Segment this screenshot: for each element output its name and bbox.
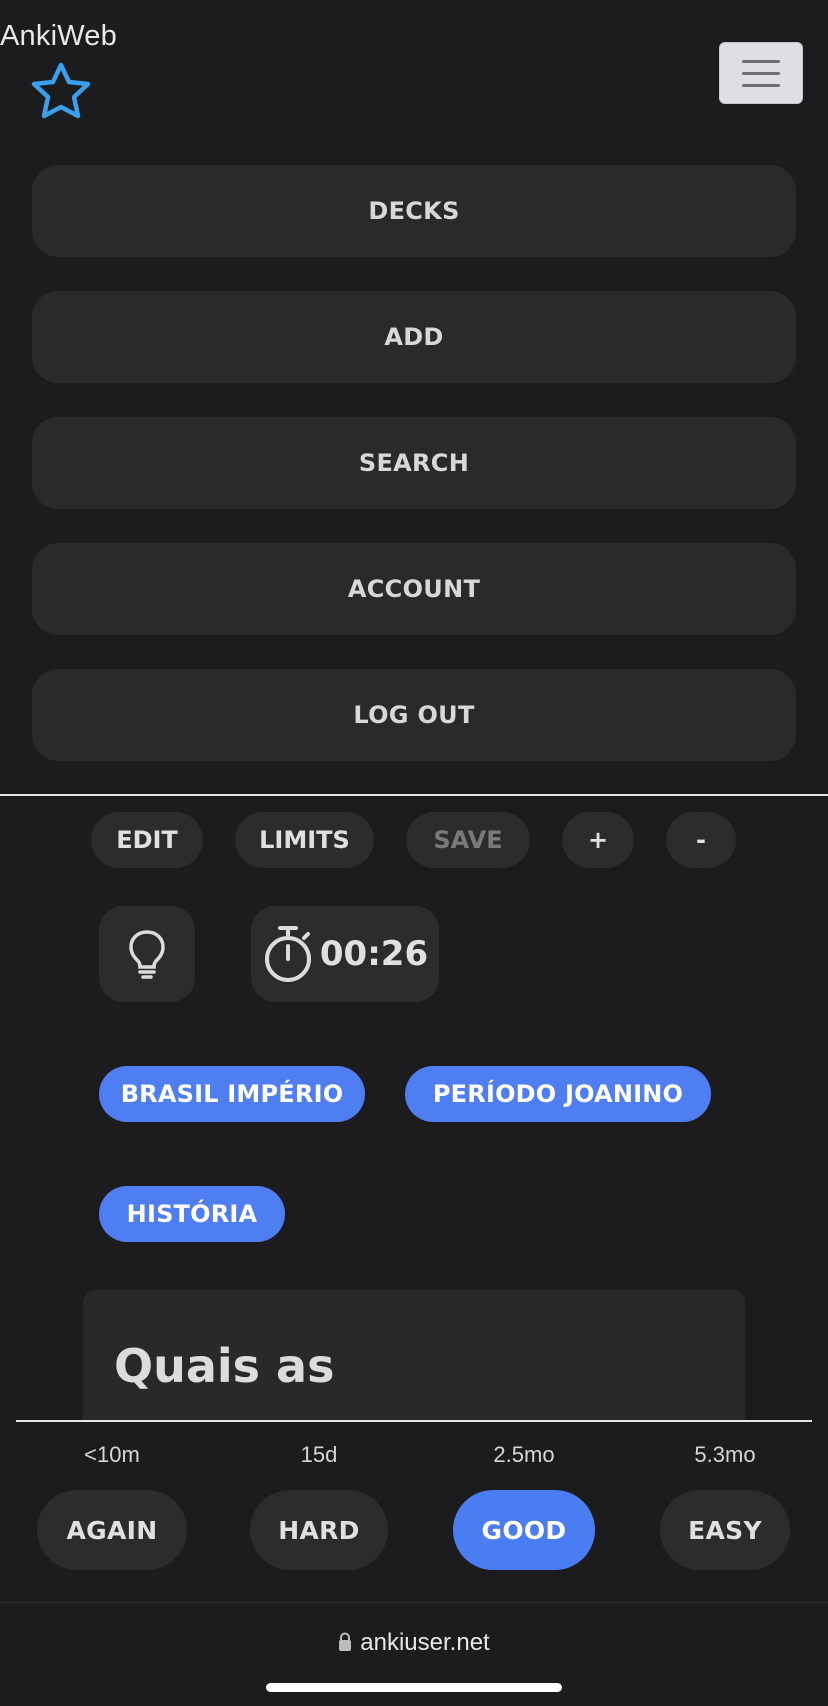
hamburger-line [742,71,780,75]
answer-bar-divider [16,1420,812,1422]
hard-button[interactable]: HARD [250,1490,388,1570]
interval-hard: 15d [300,1442,338,1467]
menu-toggle-button[interactable] [719,42,803,104]
tag-periodo-joanino[interactable]: PERÍODO JOANINO [405,1066,711,1122]
home-indicator [266,1683,562,1692]
tag-historia[interactable]: HISTÓRIA [99,1186,285,1242]
card-question: Quais as consequências da [83,1290,745,1420]
answer-bar: <10m 15d 2.5mo 5.3mo AGAIN HARD GOOD EAS… [0,1420,828,1602]
hamburger-line [742,83,780,87]
zoom-out-button[interactable]: - [666,812,736,868]
good-button[interactable]: GOOD [453,1490,595,1570]
nav-log-out[interactable]: LOG OUT [32,669,796,761]
lightbulb-icon [129,930,165,979]
anki-star-logo-icon[interactable] [28,60,94,126]
nav-account[interactable]: ACCOUNT [32,543,796,635]
browser-address-bar[interactable]: ankiuser.net [0,1602,828,1706]
easy-button[interactable]: EASY [660,1490,790,1570]
interval-again: <10m [84,1442,140,1467]
brand-name[interactable]: AnkiWeb [0,20,117,53]
lock-icon [339,1632,352,1651]
again-button[interactable]: AGAIN [37,1490,187,1570]
interval-easy: 5.3mo [694,1442,756,1467]
nav-search[interactable]: SEARCH [32,417,796,509]
nav-decks[interactable]: DECKS [32,165,796,257]
card-question-text: Quais as consequências da [114,1339,575,1420]
stopwatch-icon [264,926,311,982]
timer-value: 00:26 [319,934,429,974]
nav-add[interactable]: ADD [32,291,796,383]
save-button[interactable]: SAVE [406,812,530,868]
menu-divider [0,794,828,796]
edit-button[interactable]: EDIT [91,812,203,868]
hint-button[interactable] [99,906,195,1002]
zoom-in-button[interactable]: + [562,812,634,868]
url-display[interactable]: ankiuser.net [0,1629,828,1657]
interval-good: 2.5mo [493,1442,555,1467]
limits-button[interactable]: LIMITS [235,812,374,868]
hamburger-line [742,59,780,63]
timer-display: 00:26 [251,906,439,1002]
tag-brasil-imperio[interactable]: BRASIL IMPÉRIO [99,1066,365,1122]
url-text: ankiuser.net [360,1629,490,1656]
